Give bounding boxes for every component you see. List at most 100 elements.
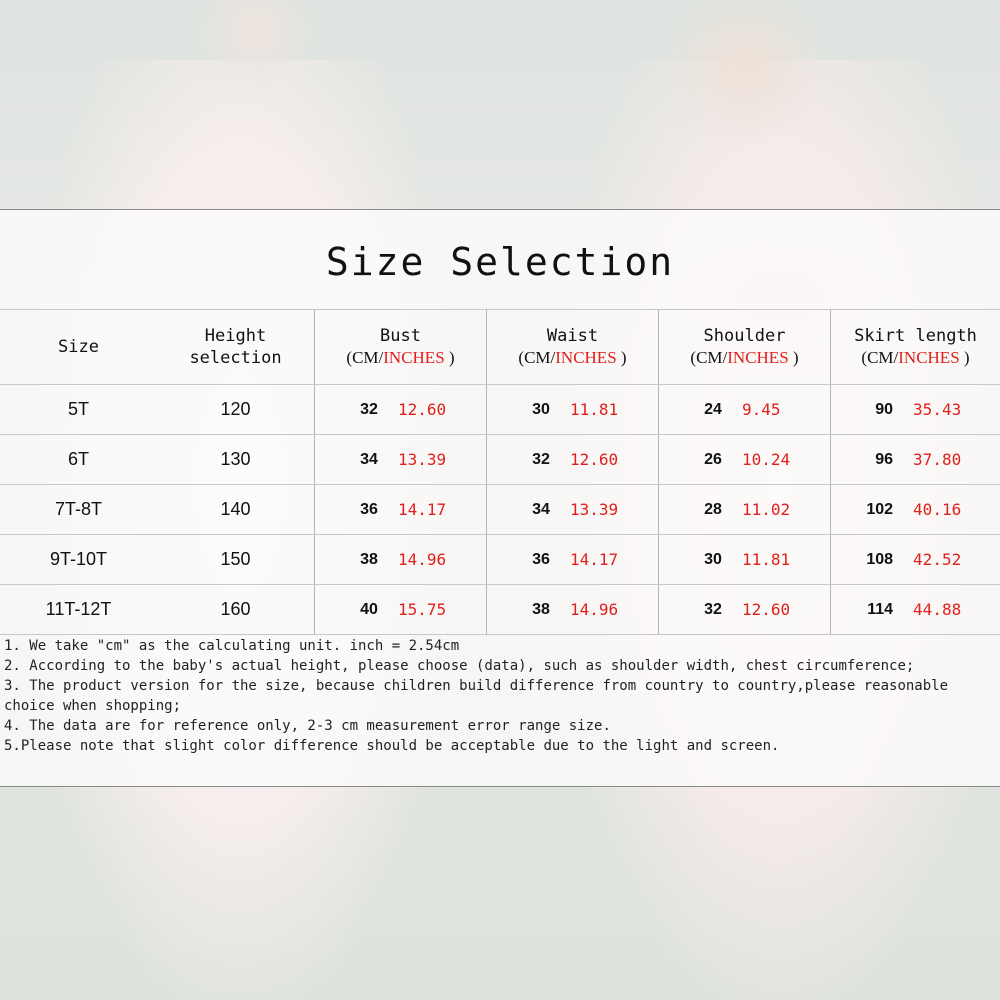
skirt-cm-value: 108 xyxy=(866,550,894,568)
height-cell: 120 xyxy=(157,385,314,434)
skirt-inch-value: 37.80 xyxy=(913,450,962,469)
skirt-cm-value: 114 xyxy=(867,600,894,618)
skirt-cell: 96 37.80 xyxy=(830,435,1000,484)
waist-inch-value: 13.39 xyxy=(569,500,619,519)
skirt-inch-value: 42.52 xyxy=(913,550,962,569)
waist-cm-value: 34 xyxy=(532,500,550,518)
notes-section: 1. We take "cm" as the calculating unit.… xyxy=(4,636,989,756)
shoulder-inch-value: 12.60 xyxy=(741,600,791,619)
waist-inch-value: 12.60 xyxy=(569,450,619,469)
size-cell: 5T xyxy=(0,385,157,434)
size-value: 7T-8T xyxy=(54,499,102,519)
height-value: 160 xyxy=(220,599,251,619)
bust-inch-value: 14.96 xyxy=(397,550,447,569)
size-chart-panel: Size Selection Size Height selection Bus… xyxy=(0,209,1000,787)
size-value: 11T-12T xyxy=(45,599,112,619)
shoulder-cell: 30 11.81 xyxy=(658,535,830,584)
skirt-inch-value: 44.88 xyxy=(913,600,962,619)
shoulder-cm-value: 26 xyxy=(704,450,722,468)
header-height-line1: Height xyxy=(204,326,267,346)
bust-inch-value: 14.17 xyxy=(397,500,447,519)
header-bust-label: Bust xyxy=(380,326,421,346)
shoulder-cm-value: 30 xyxy=(704,550,722,568)
waist-cell: 34 13.39 xyxy=(486,485,658,534)
bust-cell: 34 13.39 xyxy=(314,435,486,484)
bust-cell: 40 15.75 xyxy=(314,585,486,634)
shoulder-cell: 26 10.24 xyxy=(658,435,830,484)
skirt-inch-value: 40.16 xyxy=(913,500,962,519)
size-cell: 7T-8T xyxy=(0,485,157,534)
skirt-inch-value: 35.43 xyxy=(913,400,962,419)
note-3: 3. The product version for the size, bec… xyxy=(4,678,949,714)
waist-inch-value: 11.81 xyxy=(569,400,619,419)
shoulder-inch-value: 9.45 xyxy=(741,400,781,419)
header-bust-unit: (CM/INCHES ) xyxy=(346,348,455,367)
shoulder-cell: 28 11.02 xyxy=(658,485,830,534)
height-cell: 150 xyxy=(157,535,314,584)
waist-cell: 32 12.60 xyxy=(486,435,658,484)
shoulder-inch-value: 11.02 xyxy=(741,500,791,519)
note-5: 5.Please note that slight color differen… xyxy=(4,738,780,754)
waist-inch-value: 14.17 xyxy=(569,550,619,569)
header-size: Size xyxy=(58,337,99,357)
header-waist-unit: (CM/INCHES ) xyxy=(518,348,627,367)
table-row: 7T-8T 140 36 14.17 34 13.39 28 11.02 102 40.16 xyxy=(0,485,1000,535)
skirt-cell: 102 40.16 xyxy=(830,485,1000,534)
header-skirt-unit: (CM/INCHES ) xyxy=(861,348,970,367)
header-height: Height selection xyxy=(157,310,314,384)
waist-cell: 36 14.17 xyxy=(486,535,658,584)
skirt-cell: 108 42.52 xyxy=(830,535,1000,584)
waist-cm-value: 30 xyxy=(532,400,550,418)
skirt-cell: 90 35.43 xyxy=(830,385,1000,434)
size-table: Size Height selection Bust (CM/INCHES ) … xyxy=(0,309,1000,635)
waist-cell: 38 14.96 xyxy=(486,585,658,634)
bust-cm-value: 36 xyxy=(360,500,378,518)
page-title: Size Selection xyxy=(325,240,675,284)
shoulder-inch-value: 11.81 xyxy=(741,550,791,569)
waist-cm-value: 32 xyxy=(532,450,550,468)
shoulder-cell: 32 12.60 xyxy=(658,585,830,634)
table-row: 5T 120 32 12.60 30 11.81 24 9.45 90 35.43 xyxy=(0,385,1000,435)
waist-cm-value: 38 xyxy=(532,600,550,618)
header-shoulder-label: Shoulder xyxy=(703,326,786,346)
bust-inch-value: 13.39 xyxy=(397,450,447,469)
bust-cell: 38 14.96 xyxy=(314,535,486,584)
skirt-cm-value: 102 xyxy=(866,500,894,518)
table-body: 5T 120 32 12.60 30 11.81 24 9.45 90 35.43 6T 130 34 1… xyxy=(0,385,1000,635)
size-cell: 9T-10T xyxy=(0,535,157,584)
shoulder-cm-value: 28 xyxy=(704,500,722,518)
header-waist-label: Waist xyxy=(546,326,599,346)
bust-inch-value: 12.60 xyxy=(397,400,447,419)
bust-cm-value: 38 xyxy=(360,550,378,568)
height-value: 140 xyxy=(220,499,251,519)
table-row: 6T 130 34 13.39 32 12.60 26 10.24 96 37.80 xyxy=(0,435,1000,485)
height-value: 130 xyxy=(220,449,251,469)
height-value: 120 xyxy=(220,399,251,419)
size-value: 5T xyxy=(67,399,89,419)
table-row: 9T-10T 150 38 14.96 36 14.17 30 11.81 108 42.52 xyxy=(0,535,1000,585)
size-cell: 11T-12T xyxy=(0,585,157,634)
shoulder-inch-value: 10.24 xyxy=(741,450,791,469)
waist-cell: 30 11.81 xyxy=(486,385,658,434)
shoulder-cm-value: 32 xyxy=(704,600,722,618)
skirt-cm-value: 96 xyxy=(875,450,894,468)
waist-inch-value: 14.96 xyxy=(569,600,619,619)
size-cell: 6T xyxy=(0,435,157,484)
height-value: 150 xyxy=(220,549,251,569)
header-height-line2: selection xyxy=(189,348,282,368)
note-2: 2. According to the baby's actual height… xyxy=(4,658,915,674)
bust-cm-value: 32 xyxy=(360,400,378,418)
size-value: 9T-10T xyxy=(49,549,108,569)
height-cell: 140 xyxy=(157,485,314,534)
bust-cm-value: 34 xyxy=(360,450,378,468)
size-value: 6T xyxy=(67,449,89,469)
bust-inch-value: 15.75 xyxy=(397,600,447,619)
note-1: 1. We take "cm" as the calculating unit.… xyxy=(4,638,460,654)
height-cell: 130 xyxy=(157,435,314,484)
table-row: 11T-12T 160 40 15.75 38 14.96 32 12.60 114 44.88 xyxy=(0,585,1000,635)
skirt-cm-value: 90 xyxy=(875,400,894,418)
header-shoulder: Shoulder (CM/INCHES ) xyxy=(658,310,830,384)
bust-cell: 36 14.17 xyxy=(314,485,486,534)
height-cell: 160 xyxy=(157,585,314,634)
table-header-row: Size Height selection Bust (CM/INCHES ) … xyxy=(0,310,1000,385)
